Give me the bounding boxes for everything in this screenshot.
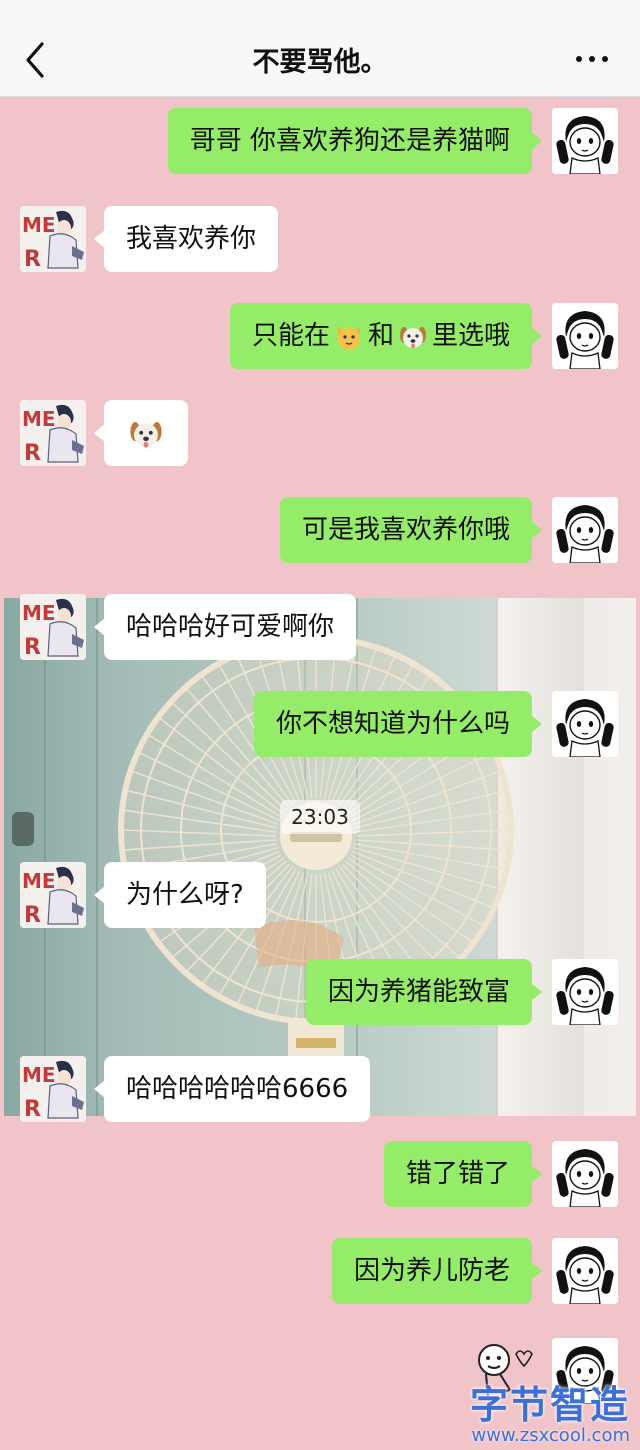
background-photo xyxy=(4,598,636,1116)
message-bubble-outgoing[interactable]: 你不想知道为什么吗 xyxy=(253,691,543,757)
girl-avatar-icon xyxy=(552,497,618,563)
girl-avatar-icon xyxy=(552,691,618,757)
svg-text:R: R xyxy=(24,1097,41,1122)
message-bubble-incoming[interactable] xyxy=(94,400,188,466)
message-bubble-incoming[interactable]: 我喜欢养你 xyxy=(93,206,279,272)
message-bubble-outgoing[interactable]: 哥哥 你喜欢养狗还是养猫啊 xyxy=(167,108,543,174)
anime-avatar-icon: ME R xyxy=(20,594,86,660)
message-text: 和 xyxy=(367,321,394,351)
girl-avatar-icon xyxy=(552,959,618,1025)
svg-text:R: R xyxy=(24,635,41,660)
message-bubble-outgoing[interactable]: 错了错了 xyxy=(383,1141,543,1207)
my-avatar[interactable] xyxy=(552,1238,618,1304)
anime-avatar-icon: ME R xyxy=(20,400,86,466)
message-bubble-outgoing[interactable]: 因为养猪能致富 xyxy=(305,959,543,1025)
message-bubble-outgoing[interactable]: 可是我喜欢养你哦 xyxy=(279,497,543,563)
svg-text:R: R xyxy=(24,247,41,272)
more-dots-icon xyxy=(602,56,608,62)
timestamp: 23:03 xyxy=(280,800,360,834)
svg-text:ME: ME xyxy=(22,213,56,237)
svg-text:ME: ME xyxy=(22,407,56,431)
watermark: 字节智造 www.zsxcool.com xyxy=(470,1374,630,1446)
girl-avatar-icon xyxy=(552,303,618,369)
my-avatar[interactable] xyxy=(552,959,618,1025)
anime-avatar-icon: ME R xyxy=(20,206,86,272)
message-text: 里选哦 xyxy=(431,321,510,351)
girl-avatar-icon xyxy=(552,1141,618,1207)
message-bubble-incoming[interactable]: 哈哈哈哈哈哈6666 xyxy=(93,1056,371,1122)
more-button[interactable] xyxy=(572,52,612,68)
dog-face-icon xyxy=(130,421,162,448)
message-bubble-incoming[interactable]: 为什么呀? xyxy=(94,862,266,928)
svg-text:R: R xyxy=(24,903,41,928)
anime-avatar-icon: ME R xyxy=(20,862,86,928)
svg-text:ME: ME xyxy=(22,869,56,893)
more-dots-icon xyxy=(576,56,582,62)
cat-face-icon xyxy=(337,325,360,350)
message-bubble-outgoing[interactable]: 只能在 和 里选哦 xyxy=(229,303,543,369)
svg-text:ME: ME xyxy=(22,1063,56,1087)
dog-face-icon xyxy=(399,326,426,348)
message-text: 只能在 xyxy=(251,321,330,351)
my-avatar[interactable] xyxy=(552,497,618,563)
electric-fan-image xyxy=(118,635,514,1116)
message-bubble-incoming[interactable]: 哈哈哈好可爱啊你 xyxy=(93,594,357,660)
my-avatar[interactable] xyxy=(552,691,618,757)
girl-avatar-icon xyxy=(552,108,618,174)
my-avatar[interactable] xyxy=(552,108,618,174)
my-avatar[interactable] xyxy=(552,1141,618,1207)
contact-avatar[interactable]: ME R xyxy=(20,400,86,466)
contact-avatar[interactable]: ME R xyxy=(20,862,86,928)
more-dots-icon xyxy=(589,56,595,62)
girl-avatar-icon xyxy=(552,1238,618,1304)
watermark-url: www.zsxcool.com xyxy=(471,1425,630,1446)
watermark-main: 字节智造 xyxy=(469,1383,630,1427)
chat-title: 不要骂他。 xyxy=(252,47,388,78)
message-bubble-outgoing[interactable]: 因为养儿防老 xyxy=(331,1238,543,1304)
svg-text:ME: ME xyxy=(22,601,56,625)
contact-avatar[interactable]: ME R xyxy=(20,1056,86,1122)
chat-header: 不要骂他。 xyxy=(0,0,640,97)
contact-avatar[interactable]: ME R xyxy=(20,206,86,272)
my-avatar[interactable] xyxy=(552,303,618,369)
contact-avatar[interactable]: ME R xyxy=(20,594,86,660)
anime-avatar-icon: ME R xyxy=(20,1056,86,1122)
svg-text:R: R xyxy=(24,441,41,466)
